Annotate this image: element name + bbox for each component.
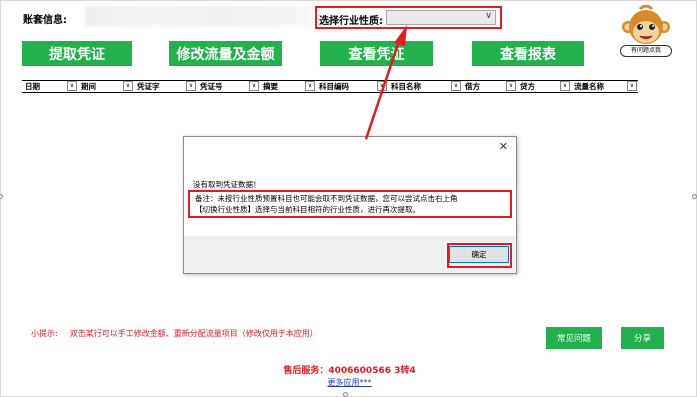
extract-voucher-button[interactable]: 提取凭证 xyxy=(22,41,132,66)
after-sales-service: 售后服务：4006600566 3转4 xyxy=(283,366,416,376)
annotation-highlight-ok xyxy=(447,243,512,268)
column-period[interactable]: 期间 ∨ xyxy=(78,81,134,92)
chevron-down-icon[interactable]: ∨ xyxy=(506,81,516,91)
column-account-code[interactable]: 科目编码 ∨ xyxy=(316,81,388,92)
resize-handle[interactable] xyxy=(0,194,3,199)
account-info-value-blurred xyxy=(85,6,311,26)
chevron-down-icon[interactable]: ∨ xyxy=(627,81,637,91)
chevron-down-icon[interactable]: ∨ xyxy=(186,81,196,91)
chevron-down-icon[interactable]: ∨ xyxy=(67,81,77,91)
dialog-message: 没有取到凭证数据！ xyxy=(193,180,261,189)
resize-handle[interactable] xyxy=(692,194,697,199)
chevron-down-icon[interactable]: ∨ xyxy=(560,81,570,91)
column-voucher-number[interactable]: 凭证号 ∨ xyxy=(197,81,260,92)
close-icon[interactable]: ✕ xyxy=(499,140,508,153)
chevron-down-icon[interactable]: ∨ xyxy=(305,81,315,91)
chevron-down-icon[interactable]: ∨ xyxy=(451,81,461,91)
dialog-note: 备注：未按行业性质预置科目也可能会取不到凭证数据，您可以尝试点击右上角 【切换行… xyxy=(188,190,512,218)
column-account-name[interactable]: 科目名称 ∨ xyxy=(388,81,462,92)
modify-flow-amount-button[interactable]: 修改流量及金额 xyxy=(169,41,282,66)
table-column-header: 日期 ∨ 期间 ∨ 凭证字 ∨ 凭证号 ∨ 摘要 ∨ 科目编码 ∨ 科目名称 ∨ 借方 ∨ 贷方… xyxy=(22,80,638,93)
view-voucher-button[interactable]: 查看凭证 xyxy=(320,41,433,66)
resize-handle[interactable] xyxy=(343,392,348,397)
column-flow-name[interactable]: 流量名称 ∨ xyxy=(571,81,638,92)
chevron-down-icon[interactable]: ∨ xyxy=(249,81,259,91)
chevron-down-icon[interactable]: ∨ xyxy=(123,81,133,91)
column-debit[interactable]: 借方 ∨ xyxy=(462,81,517,92)
chevron-down-icon[interactable]: ∨ xyxy=(377,81,387,91)
column-voucher-type[interactable]: 凭证字 ∨ xyxy=(134,81,197,92)
view-report-button[interactable]: 查看报表 xyxy=(472,41,584,66)
account-info-label: 账套信息: xyxy=(23,15,67,26)
column-date[interactable]: 日期 ∨ xyxy=(22,81,78,92)
more-apps-link[interactable]: 更多应用*** xyxy=(1,377,697,388)
faq-button[interactable]: 常见问题 xyxy=(546,327,602,349)
app-window: 账套信息: 选择行业性质: ∨ 提取凭证 修改流量及金额 查看凭证 查看报表 有… xyxy=(0,0,697,397)
tip-text: 小提示: 双击某行可以手工修改金额、重新分配流量项目（修改仅用于本应用） xyxy=(31,329,318,338)
share-button[interactable]: 分享 xyxy=(621,327,664,349)
mascot-caption[interactable]: 有问题点我 xyxy=(620,45,672,57)
annotation-highlight-select xyxy=(315,6,502,29)
column-credit[interactable]: 贷方 ∨ xyxy=(517,81,571,92)
column-summary[interactable]: 摘要 ∨ xyxy=(260,81,316,92)
